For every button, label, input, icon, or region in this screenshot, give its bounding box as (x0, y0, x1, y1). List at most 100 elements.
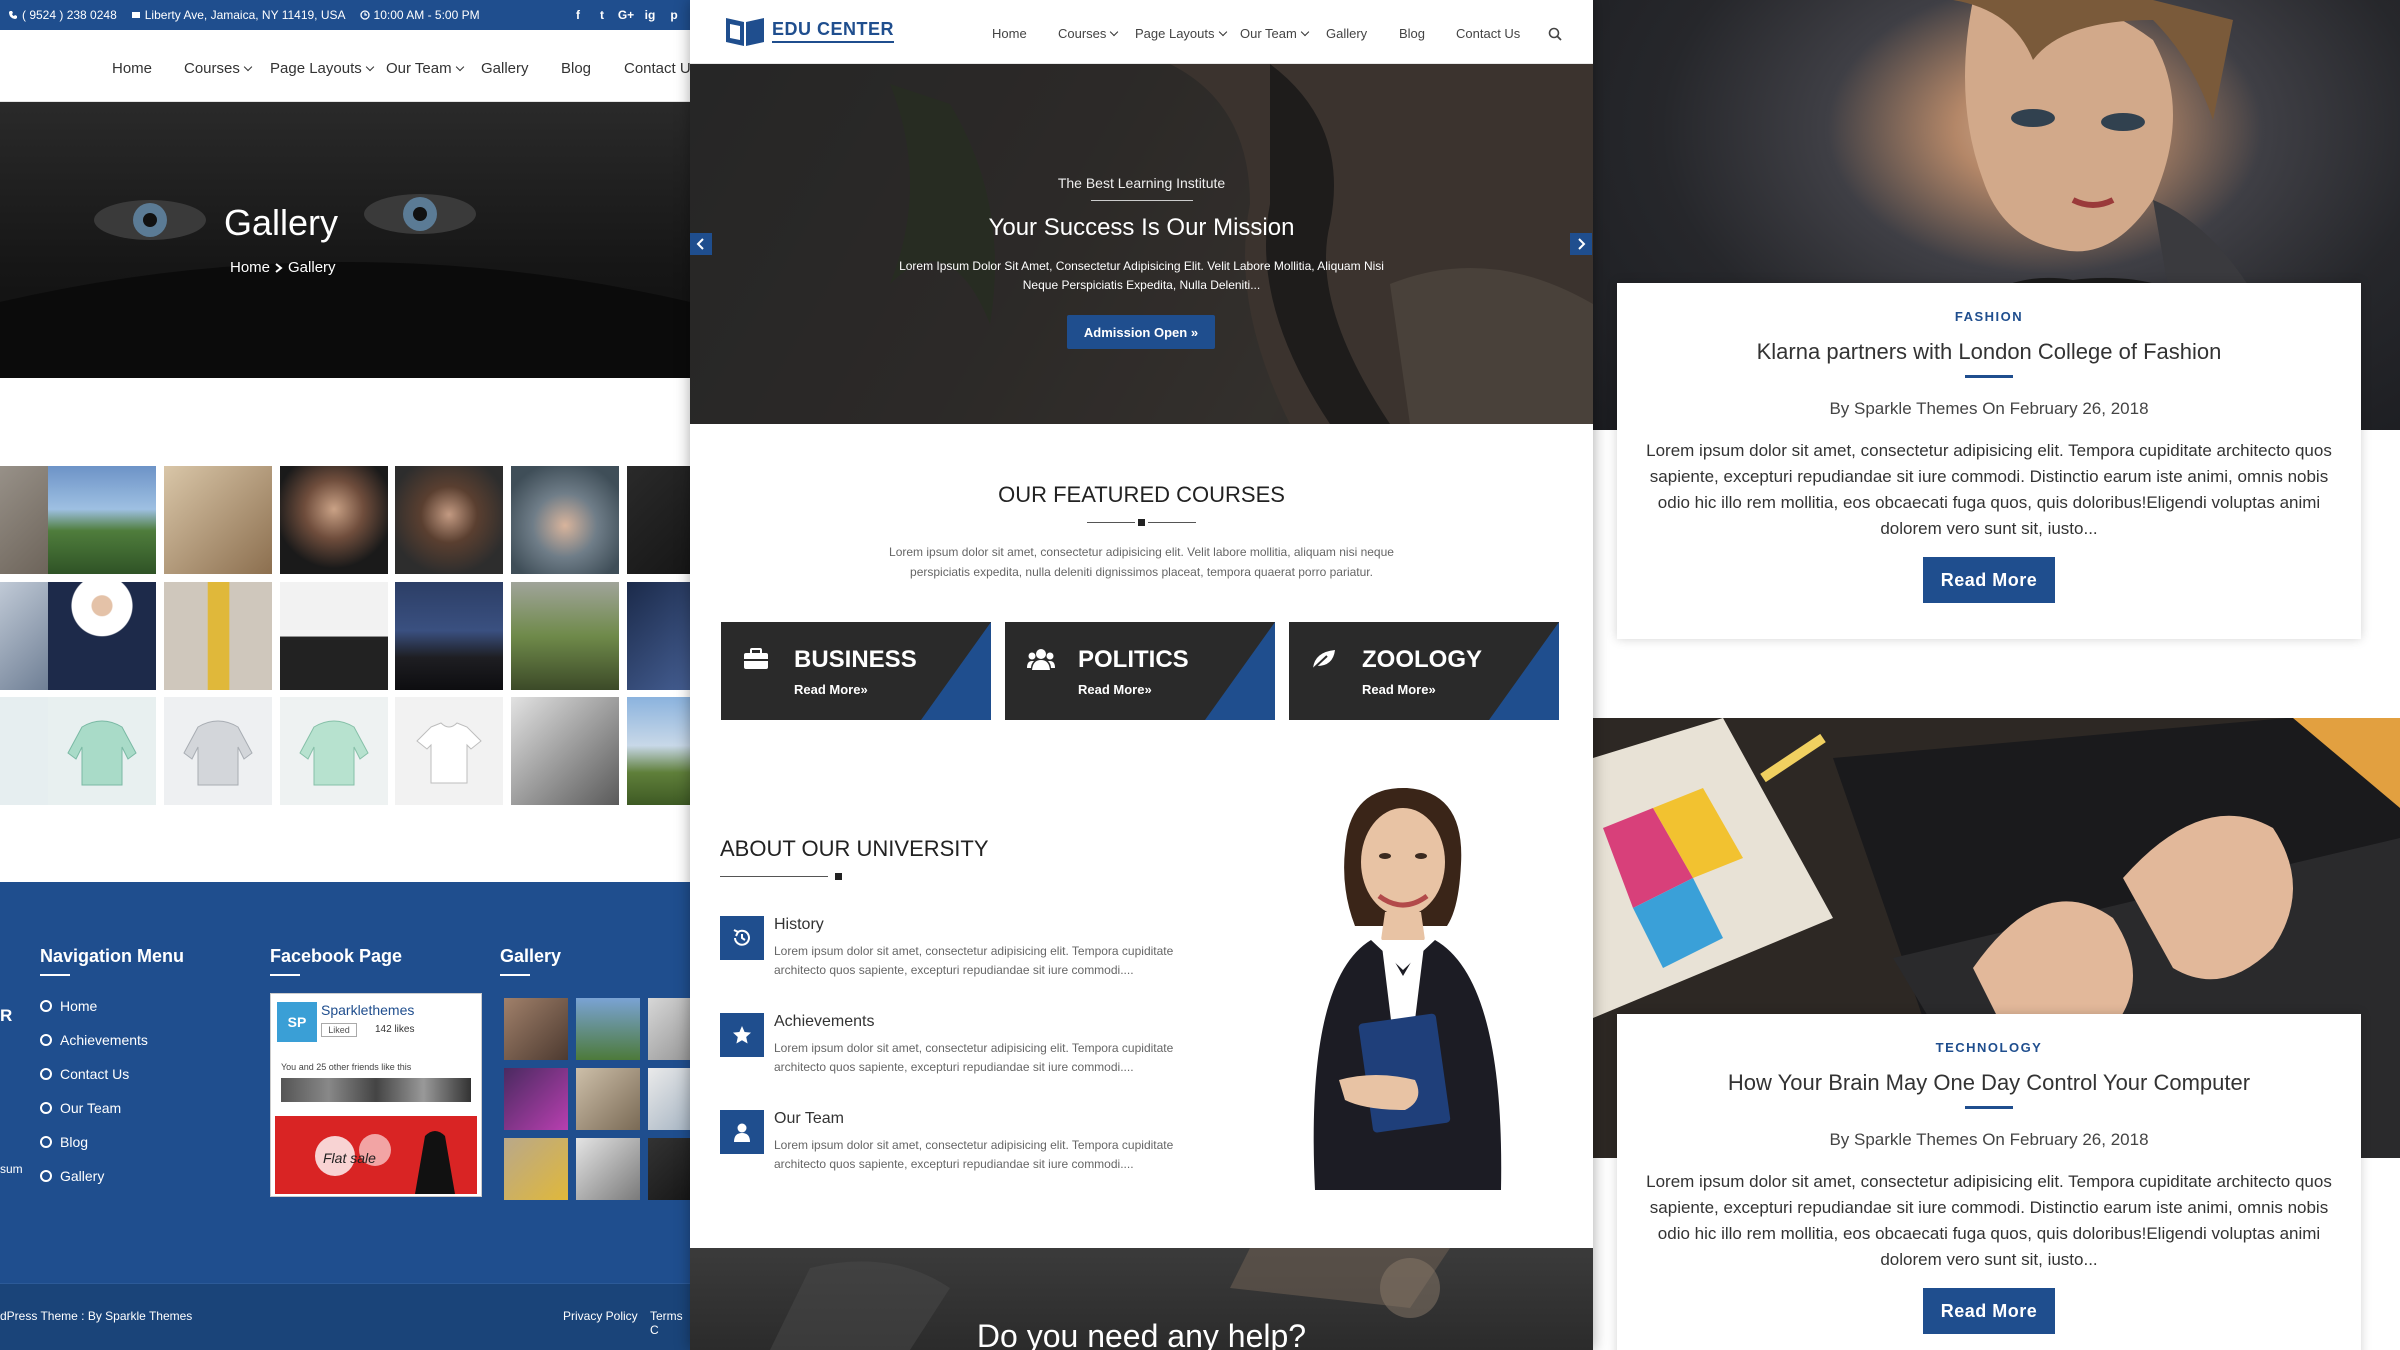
gallery-thumb[interactable] (164, 582, 272, 690)
footer-gallery-thumb[interactable] (648, 1068, 690, 1130)
right-screenshot-panel: FASHION Klarna partners with London Coll… (1593, 0, 2400, 1350)
footer-gallery-thumb[interactable] (576, 998, 640, 1060)
address-text: Liberty Ave, Jamaica, NY 11419, USA (144, 8, 346, 22)
nav-our-team-label: Our Team (1240, 26, 1297, 41)
star-icon (733, 1026, 751, 1044)
nav-courses[interactable]: Courses (184, 60, 253, 77)
footer-gallery-thumb[interactable] (504, 1138, 568, 1200)
footer-gallery-thumb[interactable] (648, 998, 690, 1060)
about-item-title[interactable]: History (774, 916, 824, 934)
course-read-more[interactable]: Read More» (1078, 682, 1152, 697)
course-card-zoology[interactable]: ZOOLOGY Read More» (1289, 622, 1559, 720)
gallery-thumb[interactable] (511, 582, 619, 690)
post-title[interactable]: Klarna partners with London College of F… (1617, 339, 2361, 365)
hero-subtitle: The Best Learning Institute (1057, 175, 1226, 191)
nav-home-label: Home (992, 26, 1027, 41)
footer-nav-achievements[interactable]: Achievements (40, 1032, 148, 1048)
slider-next-button[interactable] (1570, 233, 1592, 255)
nav-contact[interactable]: Contact U (624, 60, 690, 77)
terms-link[interactable]: Terms C (650, 1309, 690, 1337)
gallery-thumb[interactable] (0, 466, 48, 574)
gallery-thumb[interactable] (280, 466, 388, 574)
nav-blog[interactable]: Blog (561, 60, 591, 77)
gallery-thumb[interactable] (280, 697, 388, 805)
footer-gallery-thumb[interactable] (576, 1068, 640, 1130)
nav-home[interactable]: Home (992, 26, 1027, 41)
course-read-more[interactable]: Read More» (1362, 682, 1436, 697)
nav-blog[interactable]: Blog (1399, 26, 1425, 41)
course-read-more[interactable]: Read More» (794, 682, 868, 697)
about-item-title[interactable]: Achievements (774, 1013, 875, 1031)
twitter-icon[interactable]: t (590, 8, 614, 22)
nav-gallery[interactable]: Gallery (1326, 26, 1367, 41)
post-category[interactable]: FASHION (1617, 309, 2361, 324)
footer-nav-home[interactable]: Home (40, 998, 97, 1014)
facebook-page-widget[interactable]: SP Sparklethemes Liked 142 likes You and… (270, 993, 482, 1197)
nav-our-team[interactable]: Our Team (386, 60, 464, 77)
gallery-thumb[interactable] (511, 466, 619, 574)
footer-nav-contact[interactable]: Contact Us (40, 1066, 129, 1082)
nav-gallery[interactable]: Gallery (481, 60, 529, 77)
nav-home-label: Home (112, 60, 153, 77)
facebook-icon[interactable]: f (566, 8, 590, 22)
team-icon-box (720, 1110, 764, 1154)
fb-page-name: Sparklethemes (321, 1002, 415, 1018)
google-plus-icon[interactable]: G+ (614, 8, 638, 22)
nav-home[interactable]: Home (112, 60, 152, 77)
chevron-right-icon (275, 262, 283, 273)
gallery-thumb[interactable] (280, 582, 388, 690)
gallery-thumb[interactable] (48, 697, 156, 805)
center-screenshot-panel: EDU CENTER Home Courses Page Layouts Our… (690, 0, 1593, 1350)
admission-open-button[interactable]: Admission Open » (1067, 315, 1215, 349)
leaf-icon (1312, 650, 1335, 670)
course-card-politics[interactable]: POLITICS Read More» (1005, 622, 1275, 720)
chevron-down-icon (1218, 27, 1227, 37)
privacy-policy-link[interactable]: Privacy Policy (563, 1309, 638, 1323)
footer-gallery-thumb[interactable] (504, 998, 568, 1060)
read-more-button[interactable]: Read More (1923, 1288, 2055, 1334)
fb-liked-button[interactable]: Liked (321, 1023, 357, 1037)
footer-gallery-thumb[interactable] (576, 1138, 640, 1200)
gallery-thumb[interactable] (395, 466, 503, 574)
nav-contact[interactable]: Contact Us (1456, 26, 1520, 41)
nav-page-layouts[interactable]: Page Layouts (270, 60, 374, 77)
gallery-thumb[interactable] (164, 466, 272, 574)
hero-description: Lorem Ipsum Dolor Sit Amet, Consectetur … (899, 259, 1384, 292)
post-meta: By Sparkle Themes On February 26, 2018 (1829, 1130, 2149, 1149)
gallery-thumb[interactable] (627, 466, 690, 574)
search-icon[interactable] (1548, 27, 1562, 41)
left-copyright-bar: dPress Theme : By Sparkle Themes Privacy… (0, 1283, 690, 1350)
nav-courses[interactable]: Courses (1058, 26, 1119, 41)
gallery-thumb[interactable] (48, 466, 156, 574)
hoodie-image (67, 720, 137, 786)
course-card-business[interactable]: BUSINESS Read More» (721, 622, 991, 720)
slider-prev-button[interactable] (690, 233, 712, 255)
site-logo[interactable]: EDU CENTER (724, 14, 895, 48)
footer-nav-blog[interactable]: Blog (40, 1134, 88, 1150)
gallery-thumb[interactable] (627, 697, 690, 805)
nav-page-layouts[interactable]: Page Layouts (1135, 26, 1227, 41)
gallery-thumb[interactable] (48, 582, 156, 690)
post-category[interactable]: TECHNOLOGY (1617, 1040, 2361, 1055)
footer-gallery-thumb[interactable] (648, 1138, 690, 1200)
fb-promo-text: Flat sale (323, 1150, 376, 1166)
social-links: f t G+ ig p (566, 8, 686, 22)
gallery-thumb[interactable] (627, 582, 690, 690)
footer-nav-gallery[interactable]: Gallery (40, 1168, 104, 1184)
gallery-thumb[interactable] (395, 697, 503, 805)
instagram-icon[interactable]: ig (638, 8, 662, 22)
breadcrumb-home[interactable]: Home (230, 259, 270, 276)
pinterest-icon[interactable]: p (662, 8, 686, 22)
gallery-thumb[interactable] (164, 697, 272, 805)
gallery-thumb[interactable] (0, 697, 48, 805)
about-item-title[interactable]: Our Team (774, 1110, 844, 1128)
nav-our-team[interactable]: Our Team (1240, 26, 1310, 41)
about-item-desc: Lorem ipsum dolor sit amet, consectetur … (774, 1138, 1174, 1171)
read-more-button[interactable]: Read More (1923, 557, 2055, 603)
post-title[interactable]: How Your Brain May One Day Control Your … (1617, 1070, 2361, 1096)
footer-gallery-thumb[interactable] (504, 1068, 568, 1130)
gallery-thumb[interactable] (511, 697, 619, 805)
footer-nav-team[interactable]: Our Team (40, 1100, 121, 1116)
gallery-thumb[interactable] (395, 582, 503, 690)
gallery-thumb[interactable] (0, 582, 48, 690)
